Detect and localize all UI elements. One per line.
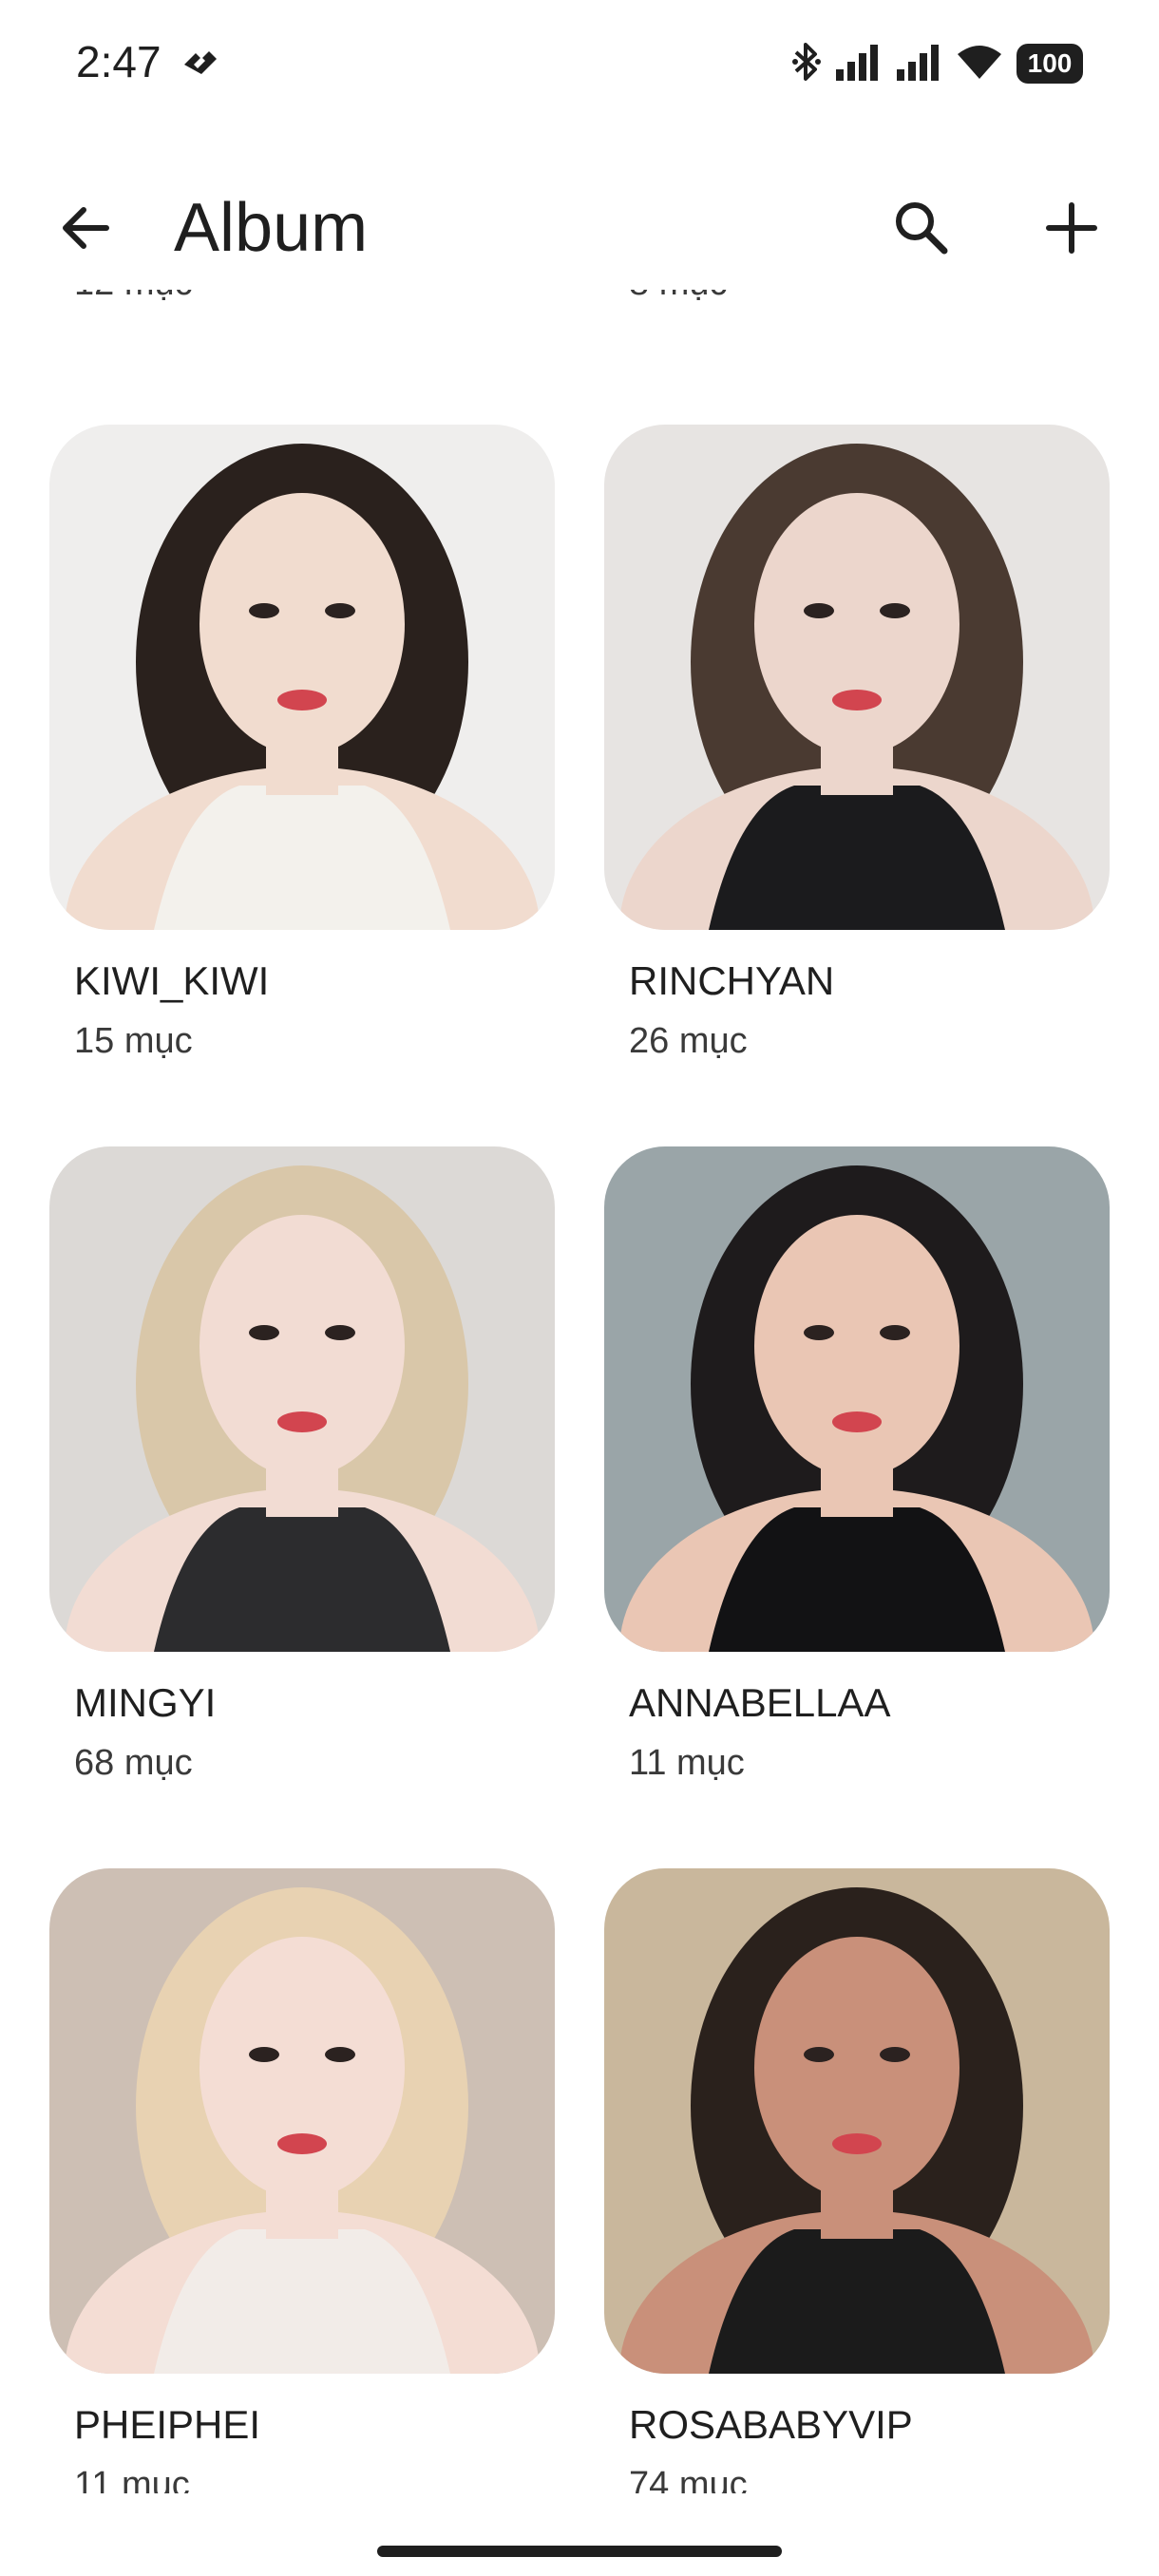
album-count: 15 mục: [74, 1021, 193, 1061]
home-indicator[interactable]: [377, 2546, 782, 2557]
bluetooth-icon: [792, 41, 821, 87]
album-name: KIWI_KIWI: [74, 958, 270, 1003]
photo-image: [49, 1146, 555, 1652]
photo-image: [49, 425, 555, 930]
wifi-icon: [956, 43, 1003, 85]
album-count: 68 mục: [74, 1743, 193, 1783]
album-card[interactable]: RINCHYAN 26 mục: [604, 425, 1110, 1062]
app-notification-icon: [180, 44, 220, 82]
clipped-previous-row: 12 mục 8 mục: [0, 290, 1159, 347]
album-name: MINGYI: [74, 1680, 217, 1725]
album-card[interactable]: ANNABELLAA 11 mục: [604, 1146, 1110, 1784]
album-card[interactable]: PHEIPHEI 11 mục: [49, 1868, 555, 2493]
add-album-button[interactable]: [1034, 190, 1110, 266]
album-count: 8 mục: [629, 290, 727, 304]
photo-image: [604, 425, 1110, 930]
add-icon: [1046, 202, 1097, 254]
album-thumbnail[interactable]: [49, 1868, 555, 2374]
photo-image: [49, 1868, 555, 2374]
top-app-bar: Album: [0, 166, 1159, 290]
signal-icon: [895, 43, 942, 85]
arrow-back-icon: [63, 207, 109, 249]
photo-image: [604, 1146, 1110, 1652]
album-thumbnail[interactable]: [604, 425, 1110, 930]
back-button[interactable]: [48, 190, 124, 266]
album-name: ANNABELLAA: [629, 1680, 891, 1725]
album-name: PHEIPHEI: [74, 2402, 261, 2447]
album-thumbnail[interactable]: [604, 1146, 1110, 1652]
album-count: 11 mục: [74, 2465, 190, 2493]
signal-icon: [834, 43, 882, 85]
album-count: 26 mục: [629, 1021, 748, 1061]
status-time: 2:47: [76, 37, 162, 86]
album-card[interactable]: ROSABABYVIP 74 mục: [604, 1868, 1110, 2493]
status-bar: 2:47 100: [0, 0, 1159, 128]
album-name: ROSABABYVIP: [629, 2402, 913, 2447]
album-thumbnail[interactable]: [604, 1868, 1110, 2374]
battery-icon: 100: [1016, 44, 1083, 84]
album-thumbnail[interactable]: [49, 1146, 555, 1652]
album-count: 74 mục: [629, 2465, 748, 2493]
album-count: 11 mục: [629, 1743, 745, 1783]
album-card[interactable]: KIWI_KIWI 15 mục: [49, 425, 555, 1062]
page-title: Album: [174, 190, 369, 266]
album-grid[interactable]: 12 mục 8 mục KIWI_KIWI 15 mục RINCHYAN 2…: [0, 290, 1159, 2493]
search-icon: [896, 202, 948, 255]
photo-image: [604, 1868, 1110, 2374]
search-button[interactable]: [884, 190, 960, 266]
status-icons: 100: [792, 40, 1083, 87]
album-card[interactable]: MINGYI 68 mục: [49, 1146, 555, 1784]
album-thumbnail[interactable]: [49, 425, 555, 930]
album-name: RINCHYAN: [629, 958, 835, 1003]
album-count: 12 mục: [74, 290, 193, 304]
